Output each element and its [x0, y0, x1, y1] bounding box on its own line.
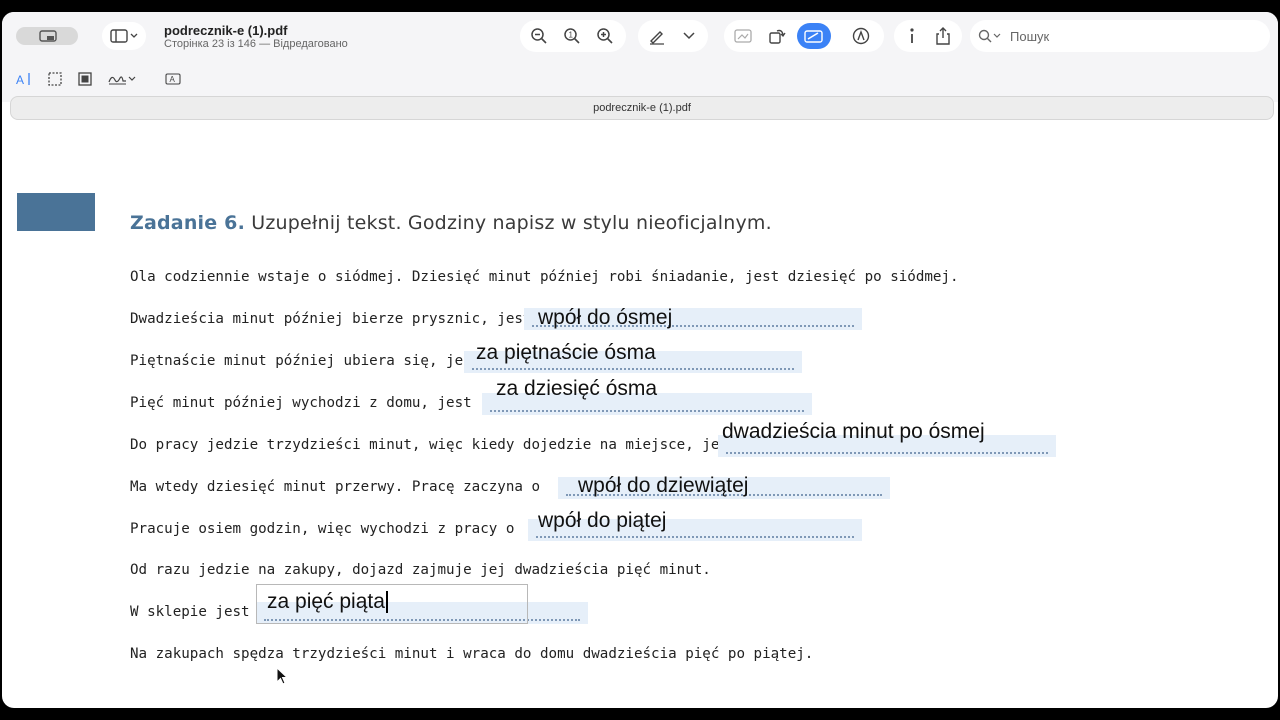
- markup-toolbar: A A: [2, 64, 1278, 92]
- text-caret: [385, 591, 388, 614]
- pdf-page: Zadanie 6. Uzupełnij tekst. Godziny napi…: [16, 122, 1262, 708]
- sidebar-toggle-button[interactable]: [102, 22, 146, 50]
- exercise-line: Do pracy jedzie trzydzieści minut, więc …: [130, 437, 737, 453]
- answer-text: wpół do dziewiątej: [578, 474, 749, 497]
- chevron-down-icon: [683, 32, 695, 40]
- rotate-icon: [769, 29, 786, 44]
- info-icon: [910, 28, 914, 43]
- answer-text: za dziesięć ósma: [496, 377, 658, 400]
- pen-circle-icon: [852, 27, 870, 45]
- share-icon: [936, 27, 950, 45]
- answer-text: wpół do piątej: [538, 509, 667, 532]
- exercise-line: Na zakupach spędza trzydzieści minut i w…: [130, 646, 814, 662]
- zoom-fit-button[interactable]: 1: [559, 24, 585, 48]
- info-button[interactable]: [899, 24, 925, 48]
- search-placeholder: Пошук: [1010, 28, 1050, 44]
- text-selection-button[interactable]: A: [14, 69, 36, 89]
- toolbar: podrecznik-e (1).pdf Сторінка 23 із 146 …: [2, 12, 1278, 102]
- exercise-line: Piętnaście minut później ubiera się, jes…: [130, 353, 481, 369]
- highlight-menu-button[interactable]: [678, 24, 700, 48]
- markup-icon: [804, 30, 823, 43]
- window-subtitle: Сторінка 23 із 146 — Відредаговано: [164, 38, 348, 50]
- svg-text:1: 1: [569, 31, 574, 40]
- share-button[interactable]: [930, 24, 956, 48]
- exercise-line: Ola codziennie wstaje o siódmej. Dziesię…: [130, 269, 959, 285]
- exercise-line: Od razu jedzie na zakupy, dojazd zajmuje…: [130, 562, 711, 578]
- window-controls-pill[interactable]: [16, 27, 78, 45]
- highlight-button[interactable]: [644, 24, 670, 48]
- zoom-fit-icon: 1: [564, 28, 580, 44]
- preview-window: podrecznik-e (1).pdf Сторінка 23 із 146 …: [2, 12, 1278, 708]
- active-text-wrapper: za pięć piąta: [267, 590, 388, 614]
- text-box-button[interactable]: A: [162, 69, 184, 89]
- mouse-pointer-icon: [276, 667, 289, 685]
- section-tab-marker: [17, 193, 95, 231]
- window-title: podrecznik-e (1).pdf: [164, 23, 288, 38]
- annotate-button[interactable]: [848, 24, 874, 48]
- text-box-icon: A: [165, 73, 181, 85]
- exercise-heading: Zadanie 6. Uzupełnij tekst. Godziny napi…: [130, 212, 772, 234]
- document-tab[interactable]: podrecznik-e (1).pdf: [10, 96, 1274, 120]
- exercise-instruction: Uzupełnij tekst. Godziny napisz w stylu …: [251, 212, 772, 234]
- exercise-line: Pracuje osiem godzin, więc wychodzi z pr…: [130, 521, 515, 537]
- redact-icon: [78, 72, 92, 86]
- highlighter-icon: [650, 31, 664, 45]
- document-tab-label: podrecznik-e (1).pdf: [593, 102, 691, 114]
- zoom-out-icon: [531, 28, 547, 44]
- svg-text:A: A: [16, 73, 24, 86]
- search-field[interactable]: Пошук: [970, 20, 1270, 52]
- sidebar-icon: [110, 29, 138, 43]
- form-fill-button[interactable]: [730, 24, 756, 48]
- zoom-in-icon: [597, 28, 613, 44]
- answer-text: za piętnaście ósma: [476, 341, 656, 364]
- screen-icon: [39, 30, 57, 42]
- exercise-number: Zadanie 6.: [130, 212, 245, 234]
- rotate-button[interactable]: [764, 24, 790, 48]
- text-select-icon: A: [16, 73, 30, 86]
- exercise-line: W sklepie jest: [130, 604, 250, 620]
- answer-text: dwadzieścia minut po ósmej: [722, 420, 985, 443]
- redact-button[interactable]: [74, 69, 96, 89]
- zoom-in-button[interactable]: [592, 24, 618, 48]
- svg-text:A: A: [170, 75, 176, 84]
- markup-button[interactable]: [797, 23, 831, 49]
- exercise-line: Ma wtedy dziesięć minut przerwy. Pracę z…: [130, 479, 540, 495]
- form-icon: [734, 29, 752, 43]
- exercise-line: Pięć minut później wychodzi z domu, jest: [130, 395, 472, 411]
- signature-button[interactable]: [106, 69, 138, 89]
- active-answer-text: za pięć piąta: [267, 590, 385, 613]
- search-icon: [978, 29, 1001, 43]
- signature-icon: [108, 76, 136, 85]
- zoom-out-button[interactable]: [526, 24, 552, 48]
- answer-text: wpół do ósmej: [538, 306, 673, 329]
- exercise-line: Dwadzieścia minut później bierze pryszni…: [130, 311, 532, 327]
- active-text-box[interactable]: za pięć piąta: [256, 584, 528, 624]
- rect-select-icon: [48, 72, 62, 86]
- rect-selection-button[interactable]: [44, 69, 66, 89]
